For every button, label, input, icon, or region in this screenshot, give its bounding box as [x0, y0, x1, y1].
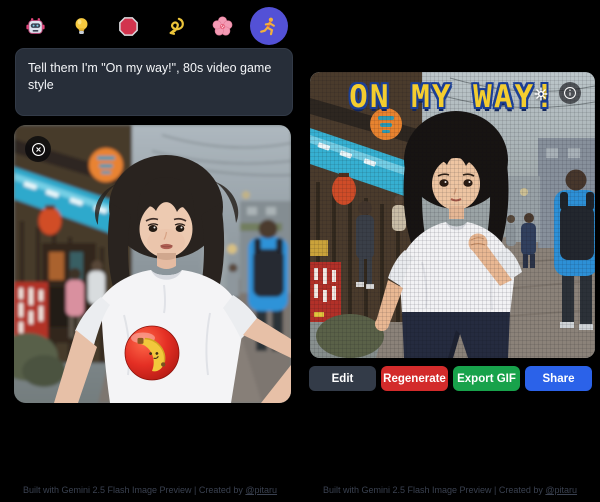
export-gif-button[interactable]: Export GIF: [453, 366, 520, 391]
stop-sign-icon: [119, 16, 138, 36]
cherry-blossom-icon: [212, 15, 233, 36]
tool-curly-loop[interactable]: [156, 7, 194, 45]
regenerate-button[interactable]: Regenerate: [381, 366, 448, 391]
credit-footer-right: Built with Gemini 2.5 Flash Image Previe…: [300, 485, 600, 495]
tool-lightbulb[interactable]: [63, 7, 101, 45]
source-photo-scene: [14, 125, 291, 403]
input-panel: Tell them I'm "On my way!", 80s video ga…: [0, 0, 300, 502]
result-panel: ON MY WAY! Edit Regenerate Export GIF Sh…: [300, 0, 600, 502]
curly-loop-icon: [169, 17, 184, 35]
author-link[interactable]: @pitaru: [245, 485, 277, 495]
tool-runner[interactable]: [249, 7, 288, 45]
prompt-input[interactable]: Tell them I'm "On my way!", 80s video ga…: [15, 48, 293, 116]
edit-button[interactable]: Edit: [309, 366, 376, 391]
author-link[interactable]: @pitaru: [545, 485, 577, 495]
close-icon: [31, 142, 45, 156]
credit-text: Built with Gemini 2.5 Flash Image Previe…: [22, 485, 246, 495]
robot-icon: [25, 17, 45, 34]
banana-sticker: [124, 325, 180, 381]
tool-robot[interactable]: [16, 7, 54, 45]
credit-text: Built with Gemini 2.5 Flash Image Previe…: [322, 485, 546, 495]
lightbulb-icon: [75, 17, 88, 34]
overlay-caption: ON MY WAY!: [349, 79, 556, 115]
remove-photo-button[interactable]: [25, 136, 51, 162]
tool-stop-sign[interactable]: [110, 7, 148, 45]
settings-button[interactable]: [532, 85, 550, 103]
share-button[interactable]: Share: [525, 366, 592, 391]
credit-footer-left: Built with Gemini 2.5 Flash Image Previe…: [0, 485, 300, 495]
runner-icon: [260, 17, 276, 35]
info-button[interactable]: [559, 82, 581, 104]
gear-icon: [534, 87, 548, 101]
generated-image: ON MY WAY!: [310, 72, 595, 358]
info-icon: [564, 87, 576, 99]
source-photo: [14, 125, 291, 403]
tool-cherry-blossom[interactable]: [203, 7, 241, 45]
action-bar: Edit Regenerate Export GIF Share: [309, 366, 592, 391]
emoji-toolbar: [16, 7, 288, 45]
